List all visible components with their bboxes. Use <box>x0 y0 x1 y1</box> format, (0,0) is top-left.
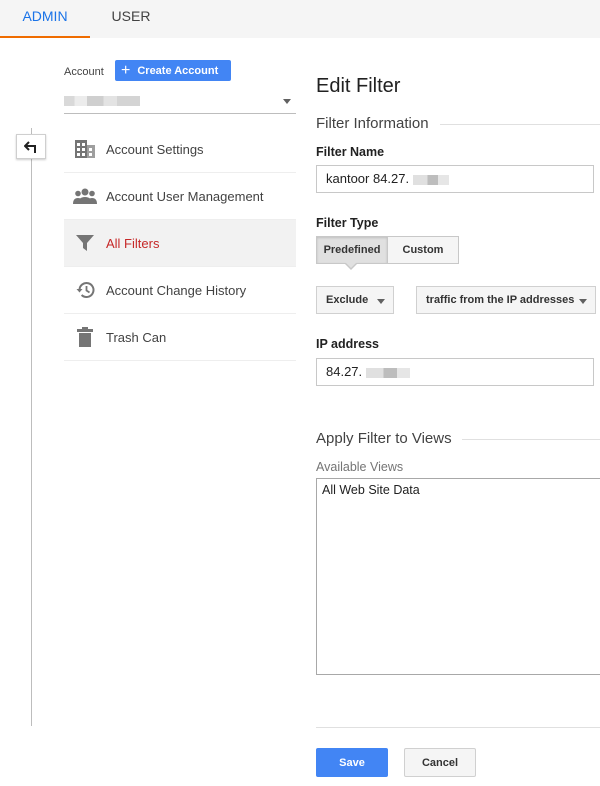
nav-item-label: Account Change History <box>106 282 247 298</box>
nav-item-label: Trash Can <box>106 329 167 345</box>
filter-action-dropdown[interactable]: Exclude <box>316 286 394 314</box>
tab-admin[interactable]: ADMIN <box>0 0 90 38</box>
filter-action-value: Exclude <box>326 294 369 306</box>
filter-name-label: Filter Name <box>316 145 385 159</box>
section-apply-filter: Apply Filter to Views <box>316 430 452 447</box>
building-icon <box>64 139 106 159</box>
filter-name-value: kantoor 84.27. <box>326 171 410 186</box>
nav-item-account-settings[interactable]: Account Settings <box>64 126 296 173</box>
nav-item-change-history[interactable]: Account Change History <box>64 267 296 314</box>
account-selector[interactable] <box>64 90 296 114</box>
filter-type-predefined-button[interactable]: Predefined <box>316 236 388 264</box>
available-views-list[interactable]: All Web Site Data <box>316 478 600 675</box>
create-account-label: Create Account <box>137 64 219 77</box>
filter-source-value: traffic from the IP addresses <box>426 294 575 306</box>
chevron-down-icon <box>283 99 291 104</box>
collapse-back-button[interactable] <box>16 134 46 159</box>
nav-item-label: Account User Management <box>106 188 264 204</box>
ip-address-input[interactable]: 84.27. <box>316 358 594 386</box>
redacted-text <box>412 174 449 185</box>
plus-icon: + <box>121 61 131 79</box>
nav-item-all-filters[interactable]: All Filters <box>64 220 296 267</box>
cancel-button[interactable]: Cancel <box>404 748 476 777</box>
filter-type-label: Filter Type <box>316 216 379 230</box>
section-filter-information: Filter Information <box>316 115 429 132</box>
chevron-down-icon <box>377 299 385 304</box>
history-icon <box>64 281 106 299</box>
account-name-redacted <box>64 96 140 106</box>
section-divider <box>440 124 600 125</box>
section-divider <box>462 439 600 440</box>
form-footer-divider <box>316 727 600 728</box>
tab-user[interactable]: USER <box>90 0 172 38</box>
nav-item-label: Account Settings <box>106 141 204 157</box>
top-tab-bar: ADMIN USER <box>0 0 600 38</box>
available-views-label: Available Views <box>316 460 404 474</box>
filter-type-custom-button[interactable]: Custom <box>387 236 459 264</box>
ip-address-label: IP address <box>316 337 380 351</box>
save-button[interactable]: Save <box>316 748 388 777</box>
back-arrow-icon <box>24 140 36 153</box>
people-icon <box>64 188 106 204</box>
account-label: Account <box>64 66 104 78</box>
ip-address-value: 84.27. <box>326 364 363 379</box>
nav-item-user-management[interactable]: Account User Management <box>64 173 296 220</box>
chevron-down-icon <box>579 299 587 304</box>
trash-icon <box>64 327 106 347</box>
page-title: Edit Filter <box>316 75 401 97</box>
filter-source-dropdown[interactable]: traffic from the IP addresses <box>416 286 596 314</box>
list-item[interactable]: All Web Site Data <box>317 479 600 497</box>
filter-name-input[interactable]: kantoor 84.27. <box>316 165 594 193</box>
selected-pointer <box>344 262 358 270</box>
account-nav: Account Settings Account User Management… <box>64 126 296 361</box>
nav-item-label: All Filters <box>106 235 160 251</box>
nav-item-trash-can[interactable]: Trash Can <box>64 314 296 361</box>
create-account-button[interactable]: + Create Account <box>115 60 231 81</box>
rail-divider <box>31 128 32 726</box>
filter-icon <box>64 235 106 251</box>
redacted-text <box>365 367 410 378</box>
